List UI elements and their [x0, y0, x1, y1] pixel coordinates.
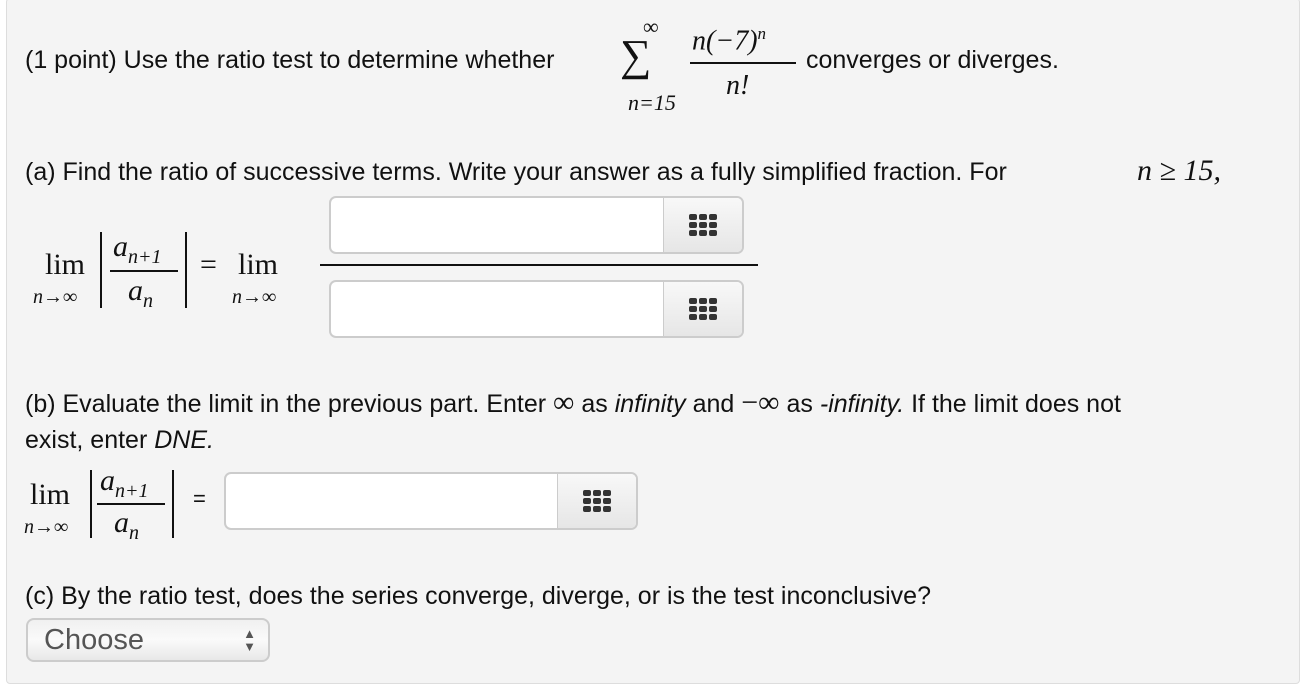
- term-numerator: n(−7)n: [692, 24, 767, 57]
- ratio-den: an: [114, 506, 139, 544]
- sum-symbol: ∑: [620, 31, 652, 80]
- grid-icon: [583, 490, 611, 512]
- numerator-equation-editor-button[interactable]: [663, 198, 742, 252]
- up-down-arrows-icon: ▲ ▼: [243, 626, 256, 654]
- lim-b: lim: [30, 478, 71, 511]
- limit-equation-editor-button[interactable]: [557, 474, 636, 528]
- denominator-input-box: [329, 280, 744, 338]
- term-denominator: n!: [726, 70, 750, 101]
- conclusion-select[interactable]: Choose ▲ ▼: [26, 618, 270, 662]
- ratio-num: an+1: [100, 464, 149, 502]
- ratio-bar: [97, 503, 165, 505]
- select-value: Choose: [44, 624, 144, 656]
- ratio-num: an+1: [113, 230, 162, 268]
- answer-fraction-bar: [320, 264, 758, 266]
- limit-input-box: [224, 472, 638, 530]
- limit-input[interactable]: [226, 474, 576, 528]
- grid-icon: [689, 214, 717, 236]
- sum-lower: n=15: [628, 90, 676, 115]
- part-c-text: (c) By the ratio test, does the series c…: [25, 582, 931, 610]
- equals-b: =: [193, 486, 206, 511]
- fraction-bar: [690, 62, 796, 64]
- equals-a: =: [200, 248, 217, 281]
- ratio-bar: [110, 270, 178, 272]
- abs-bar-left: [90, 470, 92, 538]
- part-a-text: (a) Find the ratio of successive terms. …: [25, 158, 1007, 186]
- part-b-text-2: exist, enter DNE.: [25, 426, 214, 454]
- intro-text: (1 point) Use the ratio test to determin…: [25, 46, 555, 74]
- numerator-input-box: [329, 196, 744, 254]
- numerator-input[interactable]: [331, 198, 681, 252]
- denominator-input[interactable]: [331, 282, 681, 336]
- denominator-equation-editor-button[interactable]: [663, 282, 742, 336]
- lim-b-sub: n→∞: [24, 516, 69, 538]
- lim-a: lim: [45, 248, 86, 281]
- abs-bar-right: [172, 470, 174, 538]
- abs-bar-left: [100, 232, 102, 308]
- lim-a2: lim: [238, 248, 279, 281]
- grid-icon: [689, 298, 717, 320]
- part-a-condition: n ≥ 15,: [1137, 154, 1221, 187]
- lim-a-sub: n→∞: [33, 286, 78, 308]
- part-b-text: (b) Evaluate the limit in the previous p…: [25, 386, 1121, 419]
- abs-bar-right: [185, 232, 187, 308]
- lim-a2-sub: n→∞: [232, 286, 277, 308]
- ratio-den: an: [128, 274, 153, 312]
- intro-end-text: converges or diverges.: [806, 46, 1059, 74]
